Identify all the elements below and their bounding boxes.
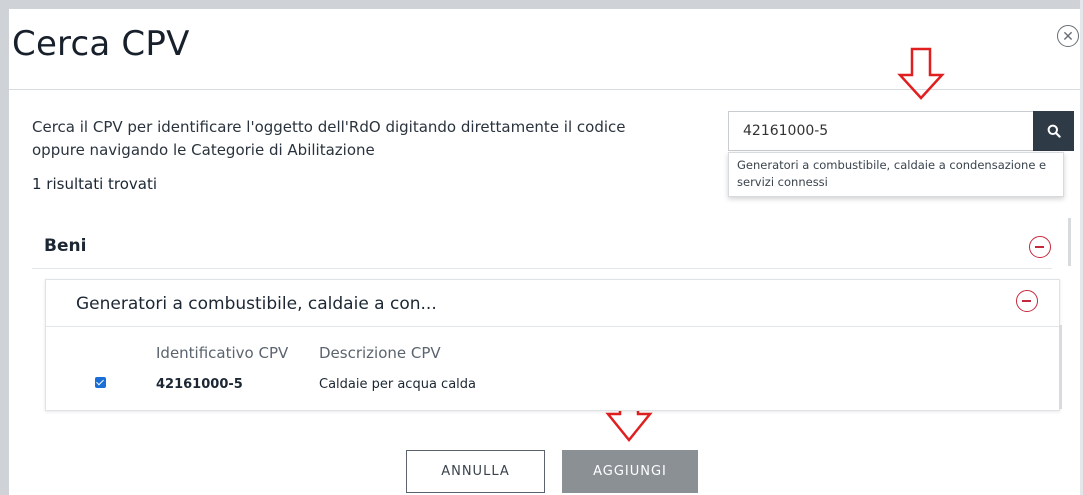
scrollbar[interactable]: [1068, 218, 1071, 266]
category-panel: Generatori a combustibile, caldaie a con…: [45, 279, 1060, 411]
collapse-minus-icon[interactable]: [1016, 290, 1038, 312]
results-count: 1 risultati trovati: [32, 175, 158, 193]
collapse-minus-icon[interactable]: [1029, 236, 1051, 258]
row-cpv-description: Caldaie per acqua calda: [319, 377, 476, 392]
column-header-code: Identificativo CPV: [156, 344, 289, 362]
tree-group-beni[interactable]: Beni: [32, 224, 1052, 269]
search-button[interactable]: [1033, 111, 1074, 151]
cpv-search-box: [728, 111, 1074, 151]
search-icon: [1047, 124, 1061, 138]
scrollbar[interactable]: [1059, 325, 1062, 409]
add-button[interactable]: AGGIUNGI: [562, 450, 698, 493]
column-header-description: Descrizione CPV: [319, 344, 441, 362]
category-title: Generatori a combustibile, caldaie a con…: [76, 294, 437, 314]
red-down-arrow-icon: [897, 47, 945, 100]
search-suggestion-item[interactable]: Generatori a combustibile, caldaie a con…: [728, 152, 1064, 197]
close-icon[interactable]: ✕: [1057, 25, 1079, 47]
category-header[interactable]: Generatori a combustibile, caldaie a con…: [46, 280, 1059, 327]
cpv-search-input[interactable]: [728, 111, 1033, 151]
row-cpv-code: 42161000-5: [156, 377, 243, 392]
search-description: Cerca il CPV per identificare l'oggetto …: [32, 118, 626, 159]
window-frame-left: [0, 0, 9, 495]
tree-group-label: Beni: [44, 236, 87, 256]
cancel-button[interactable]: ANNULLA: [406, 450, 545, 493]
row-checkbox[interactable]: [95, 377, 106, 388]
window-frame-top: [0, 0, 1083, 9]
dialog-title: Cerca CPV: [12, 24, 190, 64]
